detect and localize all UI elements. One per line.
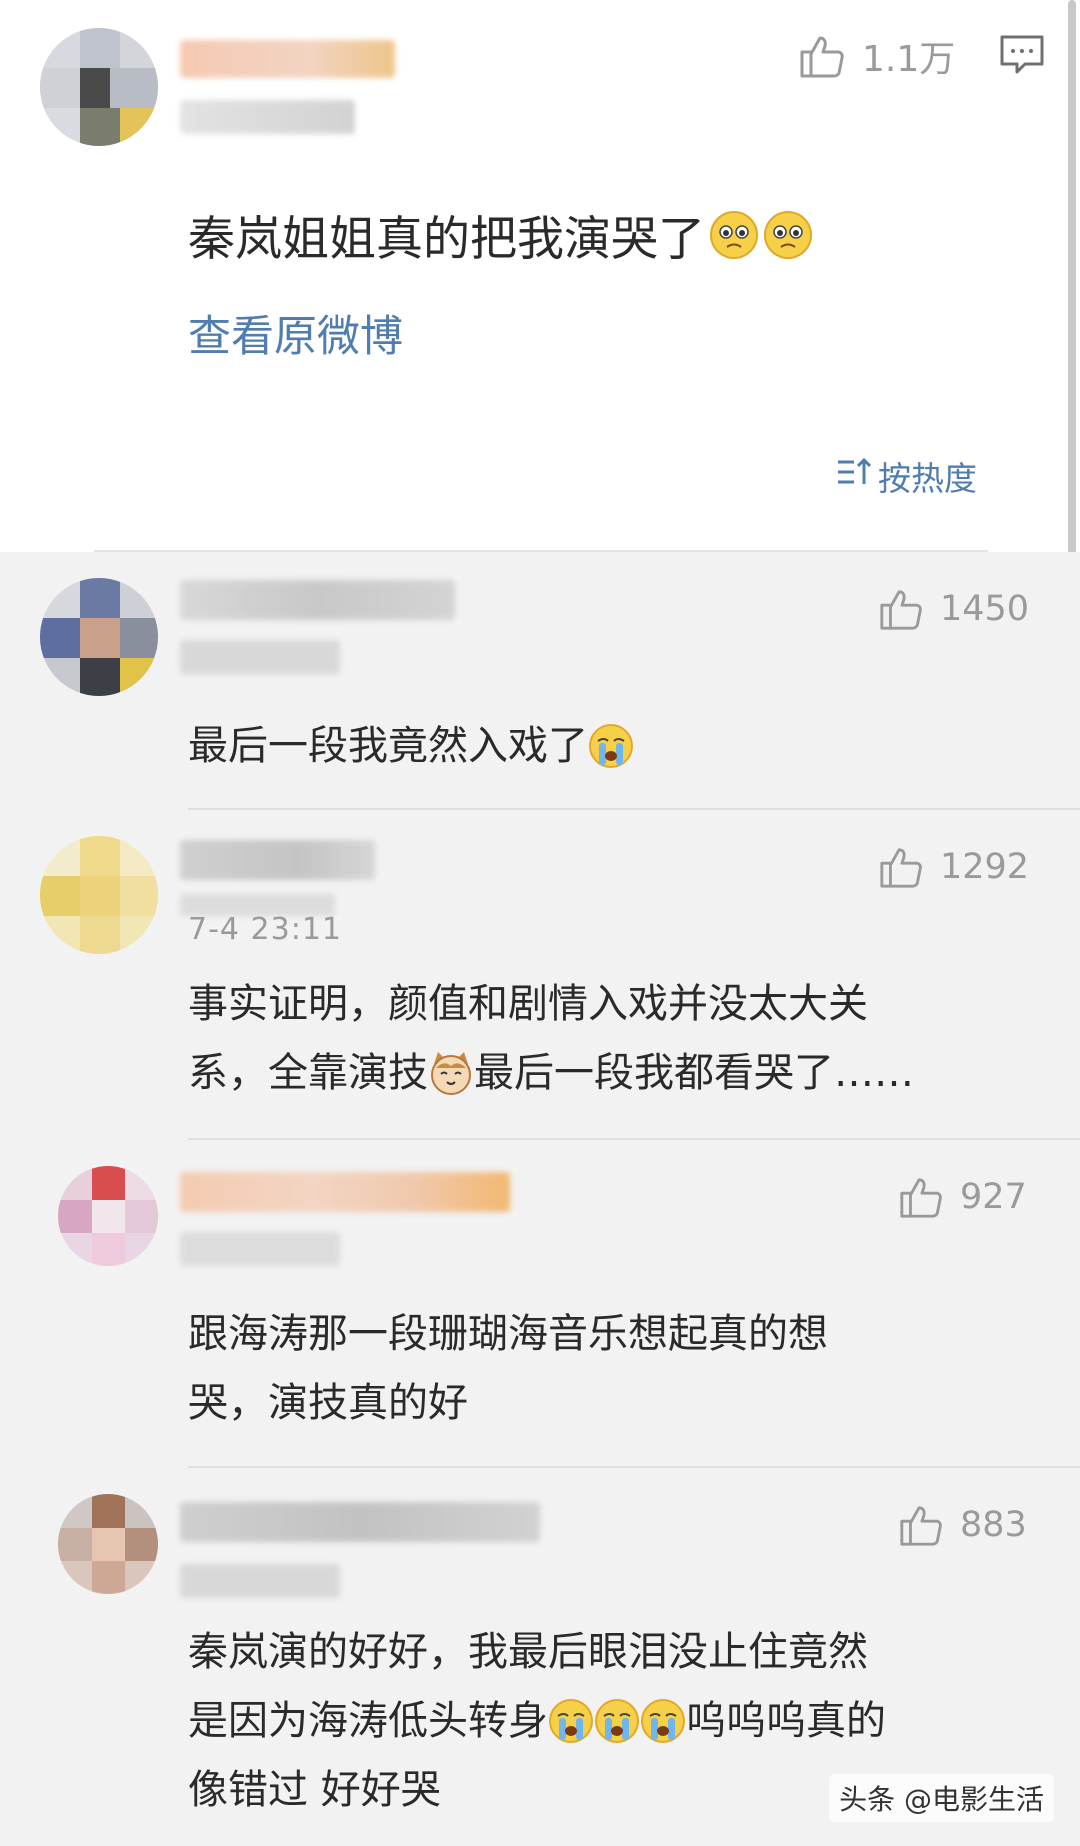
username-blurred[interactable] xyxy=(180,1172,510,1212)
timestamp-blurred xyxy=(180,1564,340,1598)
like-button[interactable]: 1450 xyxy=(878,586,1029,632)
thumbs-up-icon xyxy=(898,1502,944,1548)
reply-text: 事实证明，颜值和剧情入戏并没太大关 系，全靠演技 最后一段我都看哭了…… xyxy=(188,970,1018,1108)
like-button[interactable]: 1.1万 xyxy=(798,30,955,82)
sort-icon xyxy=(836,456,872,496)
like-button[interactable]: 1292 xyxy=(878,844,1029,890)
like-button[interactable]: 883 xyxy=(898,1502,1027,1548)
reply-line-part: 最后一段我都看哭了…… xyxy=(474,1050,914,1096)
avatar-image xyxy=(58,1494,158,1594)
timestamp-blurred xyxy=(180,1232,340,1266)
crying-emoji-icon xyxy=(589,724,633,768)
comment-icon[interactable] xyxy=(999,34,1045,80)
thumbs-up-icon xyxy=(878,844,924,890)
list-item: 7-4 23:11 1292 事实证明，颜值和剧情入戏并没太大关 系，全靠演技 xyxy=(0,810,1080,1140)
crying-emoji-icon xyxy=(549,1699,593,1743)
reply-line-part: 是因为海涛低头转身 xyxy=(188,1698,548,1744)
like-count: 1292 xyxy=(940,847,1030,887)
cat-emoji-icon xyxy=(431,1052,471,1095)
thumbs-up-icon xyxy=(878,586,924,632)
sort-label: 按热度 xyxy=(878,459,977,498)
thumbs-up-icon xyxy=(898,1174,944,1220)
scrollbar[interactable] xyxy=(1068,0,1076,580)
like-count: 883 xyxy=(960,1505,1027,1545)
reply-text: 最后一段我竟然入戏了 xyxy=(188,712,1018,781)
list-item: 927 跟海涛那一段珊瑚海音乐想起真的想 哭，演技真的好 xyxy=(0,1140,1080,1468)
username-blurred[interactable] xyxy=(180,840,375,880)
sort-by-heat-button[interactable]: 按热度 xyxy=(836,452,977,500)
reply-line: 事实证明，颜值和剧情入戏并没太大关 xyxy=(188,981,868,1027)
weibo-comment-page: 1.1万 秦岚姐姐真的把我演哭了 查看原微博 按热度 1450 最后一段我竟然入… xyxy=(0,0,1080,1846)
timestamp: 7-4 23:11 xyxy=(188,912,342,947)
reply-line: 系，全靠演技 最后一段我都看哭了…… xyxy=(188,1039,1018,1108)
like-count: 1.1万 xyxy=(862,39,956,80)
reply-line: 秦岚演的好好，我最后眼泪没止住竟然 xyxy=(188,1629,868,1675)
username-blurred[interactable] xyxy=(180,1502,540,1542)
avatar[interactable] xyxy=(40,836,158,954)
crying-emoji-icon xyxy=(641,1699,685,1743)
reply-line-part: 呜呜呜真的 xyxy=(686,1698,886,1744)
comment-text: 秦岚姐姐真的把我演哭了 xyxy=(188,212,705,267)
avatar[interactable] xyxy=(40,578,158,696)
avatar[interactable] xyxy=(58,1494,158,1594)
view-original-link[interactable]: 查看原微博 xyxy=(188,302,403,364)
watermark: 头条 @电影生活 xyxy=(829,1774,1054,1822)
avatar[interactable] xyxy=(58,1166,158,1266)
reply-line-part: 系，全靠演技 xyxy=(188,1050,428,1096)
like-button[interactable]: 927 xyxy=(898,1174,1027,1220)
timestamp-blurred xyxy=(180,100,355,134)
reply-line: 跟海涛那一段珊瑚海音乐想起真的想 xyxy=(188,1311,828,1357)
avatar[interactable] xyxy=(40,28,158,146)
like-count: 1450 xyxy=(940,589,1030,629)
reply-text: 跟海涛那一段珊瑚海音乐想起真的想 哭，演技真的好 xyxy=(188,1300,1018,1438)
pleading-emoji-icon xyxy=(710,210,758,259)
timestamp-blurred xyxy=(180,640,340,674)
pleading-emoji-icon xyxy=(764,210,812,259)
list-item: 1450 最后一段我竟然入戏了 xyxy=(0,552,1080,810)
crying-emoji-icon xyxy=(595,1699,639,1743)
reply-list: 1450 最后一段我竟然入戏了 7-4 23:11 1292 事实证明，颜值和剧… xyxy=(0,552,1080,1846)
main-comment-card: 1.1万 秦岚姐姐真的把我演哭了 查看原微博 按热度 xyxy=(0,0,1080,552)
avatar-image xyxy=(40,28,158,146)
reply-line: 是因为海涛低头转身 呜呜呜真的 xyxy=(188,1687,1018,1756)
avatar-image xyxy=(40,836,158,954)
avatar-image xyxy=(58,1166,158,1266)
avatar-image xyxy=(40,578,158,696)
username-blurred[interactable] xyxy=(180,40,395,78)
reply-line: 哭，演技真的好 xyxy=(188,1380,468,1426)
thumbs-up-icon xyxy=(798,32,846,80)
reply-line: 最后一段我竟然入戏了 xyxy=(188,723,588,769)
username-blurred[interactable] xyxy=(180,580,455,620)
like-count: 927 xyxy=(960,1177,1027,1217)
main-comment-text: 秦岚姐姐真的把我演哭了 xyxy=(188,200,813,269)
